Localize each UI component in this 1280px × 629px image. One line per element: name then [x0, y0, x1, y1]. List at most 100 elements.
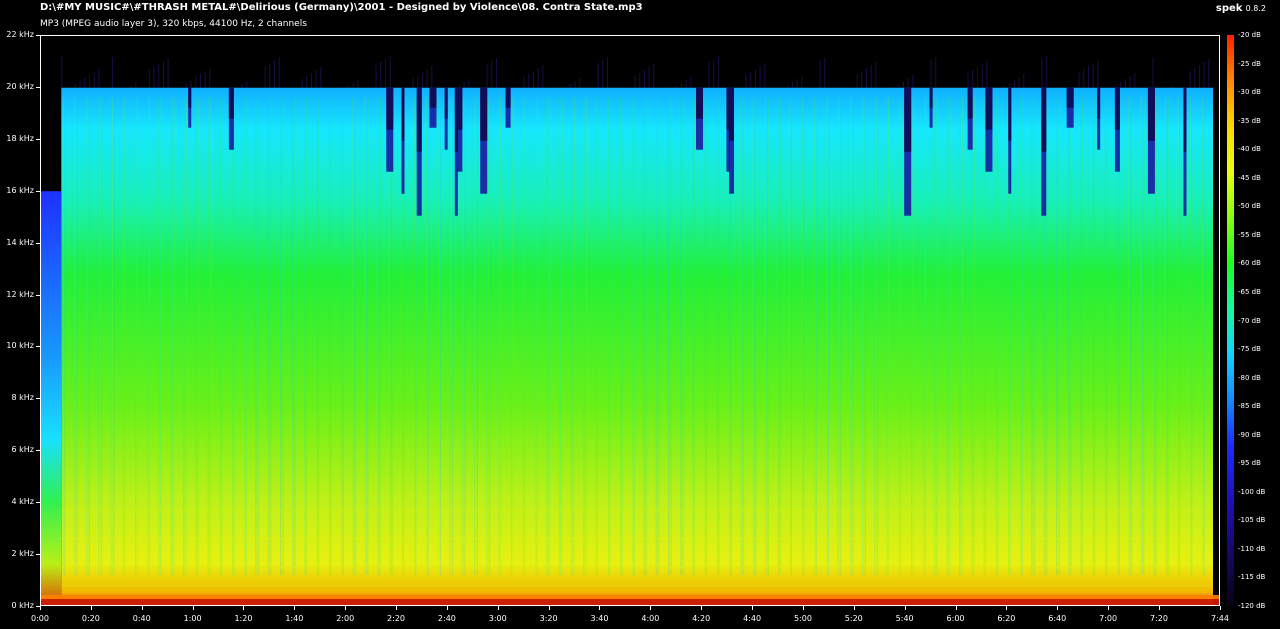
- spectrogram-texture-streak: [864, 97, 866, 576]
- app-brand: spek 0.8.2: [1216, 3, 1266, 14]
- spectrogram-texture-streak: [621, 97, 623, 576]
- spectrogram-texture-streak: [524, 97, 526, 576]
- spectrogram-noise-streak: [902, 81, 904, 88]
- spectrogram-texture-streak: [1080, 97, 1082, 576]
- time-tick-label: 4:40: [743, 614, 762, 623]
- spectrogram-texture-streak: [172, 97, 174, 576]
- spectrogram-image: [41, 36, 1219, 605]
- spectrogram-texture-streak: [318, 97, 320, 576]
- spectrogram-noise-streak: [310, 73, 312, 88]
- spectrogram-texture-streak: [609, 97, 611, 576]
- time-tick-label: 3:20: [539, 614, 558, 623]
- freq-tick-label: 12 kHz: [6, 289, 34, 299]
- spectrogram-texture-streak: [670, 97, 672, 576]
- time-tick-mark: [1006, 606, 1007, 610]
- spectrogram-texture-streak: [75, 97, 77, 576]
- db-tick-label: -65 dB: [1238, 287, 1261, 296]
- freq-tick-mark: [36, 398, 40, 399]
- time-tick-label: 1:40: [285, 614, 304, 623]
- spectrogram-noise-streak: [412, 78, 414, 88]
- spectrogram-texture-streak: [124, 97, 126, 576]
- spectrogram-texture-streak: [112, 97, 114, 576]
- spectrogram-noise-streak: [1208, 59, 1210, 88]
- spectrogram-texture-streak: [570, 97, 572, 576]
- spectrogram-texture-streak: [113, 97, 115, 576]
- time-tick-mark: [447, 606, 448, 610]
- spectrogram-texture-streak: [1082, 97, 1084, 576]
- spectrogram-drop-core: [985, 87, 993, 130]
- spectrogram-texture-streak: [1191, 97, 1193, 576]
- spectrogram-freq-band: [61, 509, 1214, 512]
- spectrogram-texture-streak: [1034, 97, 1036, 576]
- spectrogram-texture-streak: [586, 97, 588, 576]
- spectrogram-texture-streak: [837, 97, 839, 576]
- spectrogram-texture-streak: [558, 97, 560, 576]
- spectrogram-noise-streak: [870, 65, 872, 88]
- spectrogram-texture-streak: [597, 97, 599, 576]
- spectrogram-noise-streak: [824, 58, 826, 88]
- spectrogram-texture-streak: [510, 97, 512, 576]
- spectrogram-drop-core: [1008, 87, 1012, 141]
- spectrogram-texture-streak: [852, 97, 854, 576]
- spectrogram-texture-streak: [717, 97, 719, 576]
- spectrogram-texture-streak: [101, 97, 103, 576]
- time-tick-mark: [193, 606, 194, 610]
- spectrogram-noise-streak: [1134, 73, 1136, 88]
- spectrogram-texture-streak: [572, 97, 574, 576]
- spectrogram-texture-streak: [573, 97, 575, 576]
- spectrogram-texture-streak: [355, 97, 357, 576]
- spectrogram-drop-core: [429, 87, 437, 108]
- spectrogram-noise-streak: [1189, 71, 1191, 88]
- spectrogram-texture-streak: [546, 97, 548, 576]
- spectrogram-noise-streak: [347, 86, 349, 88]
- spectrogram-noise-streak: [79, 81, 81, 88]
- spectrogram-noise-streak: [523, 77, 525, 88]
- spectrogram-noise-streak: [278, 57, 280, 88]
- spectrogram-noise-streak: [528, 74, 530, 88]
- spectrogram-texture-streak: [595, 97, 597, 576]
- time-tick-label: 7:00: [1099, 614, 1118, 623]
- spectrogram-texture-streak: [1057, 97, 1059, 576]
- spectrogram-noise-streak: [1097, 60, 1099, 88]
- spectrogram-texture-streak: [1203, 97, 1205, 576]
- spectrogram-texture-streak: [293, 97, 295, 576]
- spectrogram-texture-streak: [718, 97, 720, 576]
- time-tick-label: 4:00: [641, 614, 660, 623]
- time-tick-mark: [142, 606, 143, 610]
- spectrogram-texture-streak: [1055, 97, 1057, 576]
- spectrogram-drop-core: [729, 87, 735, 141]
- spectrogram-noise-streak: [264, 66, 266, 88]
- spectrogram-texture-streak: [353, 97, 355, 576]
- spectrogram-texture-streak: [767, 97, 769, 576]
- spectrogram-texture-streak: [549, 97, 551, 576]
- spectrogram-texture-streak: [1142, 97, 1144, 576]
- db-tick-label: -115 dB: [1238, 573, 1266, 582]
- spectrogram-noise-streak: [130, 85, 132, 88]
- time-tick-mark: [956, 606, 957, 610]
- spectrogram-noise-streak: [653, 64, 655, 88]
- spectrogram-texture-streak: [210, 97, 212, 576]
- time-tick-mark: [294, 606, 295, 610]
- spectrogram-noise-streak: [639, 73, 641, 88]
- spectrogram-texture-streak: [173, 97, 175, 576]
- spectrogram-texture-streak: [270, 97, 272, 576]
- spectrogram-noise-streak: [190, 80, 192, 88]
- spectrogram-noise-streak: [606, 57, 608, 88]
- freq-tick-label: 22 kHz: [6, 30, 34, 39]
- spectrogram-noise-streak: [875, 62, 877, 88]
- time-tick-mark: [498, 606, 499, 610]
- spectrogram-texture-streak: [667, 97, 669, 576]
- spectrogram-texture-streak: [136, 97, 138, 576]
- spectrogram-plot[interactable]: [40, 35, 1220, 606]
- spectrogram-noise-streak: [574, 81, 576, 88]
- spectrogram-texture-streak: [475, 97, 477, 576]
- spectrogram-texture-streak: [536, 97, 538, 576]
- time-tick-label: 4:20: [692, 614, 711, 623]
- spectrogram-texture-streak: [898, 97, 900, 576]
- spectrogram-texture-streak: [1020, 97, 1022, 576]
- spectrogram-texture-streak: [523, 97, 525, 576]
- spectrogram-drop-core: [1097, 87, 1101, 119]
- spectrogram-noise-streak: [930, 60, 932, 88]
- freq-tick-mark: [36, 191, 40, 192]
- spectrogram-texture-streak: [450, 97, 452, 576]
